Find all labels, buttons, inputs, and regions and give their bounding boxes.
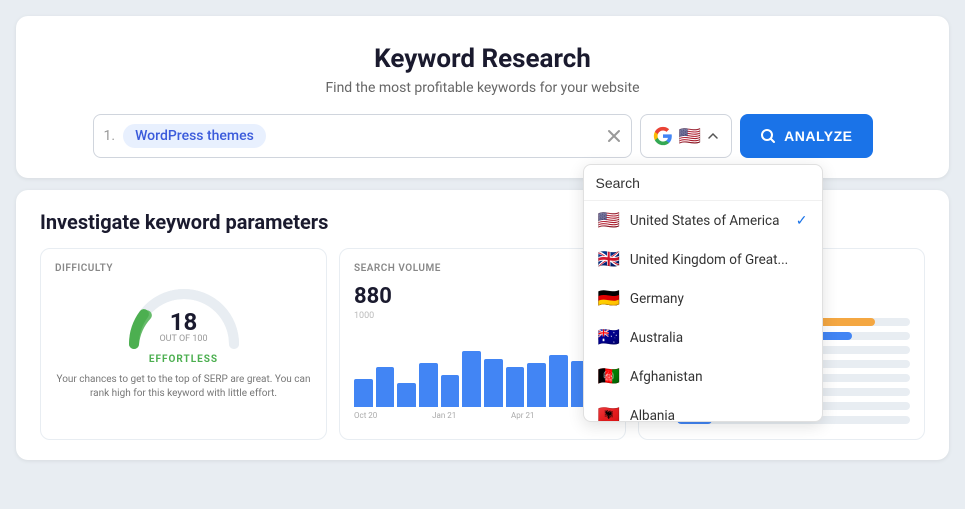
bar-7	[484, 359, 503, 407]
bar-5	[441, 375, 460, 407]
keyword-tag[interactable]: WordPress themes	[123, 124, 266, 148]
clear-button[interactable]	[607, 129, 621, 143]
country-name-al: Albania	[630, 408, 675, 422]
search-bar-row: 1. WordPress themes 🇺🇸	[93, 114, 873, 158]
country-item-uk[interactable]: 🇬🇧 United Kingdom of Great...	[584, 240, 822, 279]
bar-6	[462, 351, 481, 407]
keyword-number: 1.	[104, 128, 116, 144]
country-dropdown: 🇺🇸 United States of America ✓ 🇬🇧 United …	[583, 164, 823, 422]
x-label-2: Jan 21	[432, 411, 456, 420]
flag-gb: 🇬🇧	[598, 249, 620, 270]
x-axis-labels: Oct 20 Jan 21 Apr 21 Jul 21	[354, 411, 611, 420]
flag-de: 🇩🇪	[598, 288, 620, 309]
search-input-wrapper: 1. WordPress themes	[93, 114, 632, 158]
difficulty-rating: EFFORTLESS	[149, 354, 218, 365]
x-label-1: Oct 20	[354, 411, 377, 420]
bar-3	[397, 383, 416, 407]
bar-2	[376, 367, 395, 407]
bar-9	[527, 363, 546, 407]
flag-af: 🇦🇫	[598, 366, 620, 387]
country-flag: 🇺🇸	[679, 126, 701, 147]
country-item-de[interactable]: 🇩🇪 Germany	[584, 279, 822, 318]
bar-4	[419, 363, 438, 407]
y-axis-top: 1000	[354, 311, 611, 321]
chevron-up-icon	[707, 130, 719, 142]
difficulty-label: DIFFICULTY	[55, 263, 312, 274]
difficulty-out-of: OUT OF 100	[159, 334, 207, 344]
x-label-3: Apr 21	[511, 411, 534, 420]
country-selector-button[interactable]: 🇺🇸	[640, 114, 732, 158]
gauge-wrap: 18 OUT OF 100	[124, 284, 244, 344]
top-card: Keyword Research Find the most profitabl…	[16, 16, 949, 178]
bar-1	[354, 379, 373, 407]
search-volume-label: SEARCH VOLUME	[354, 263, 611, 274]
country-name-af: Afghanistan	[630, 369, 703, 385]
gauge-number: 18 OUT OF 100	[159, 310, 207, 344]
bar-10	[549, 355, 568, 407]
difficulty-description: Your chances to get to the top of SERP a…	[55, 373, 312, 401]
analyze-label: ANALYZE	[784, 128, 852, 144]
volume-bar-chart	[354, 327, 611, 407]
selected-checkmark: ✓	[796, 213, 808, 229]
country-search-input[interactable]	[596, 175, 810, 191]
google-icon	[653, 126, 673, 146]
gauge-container: 18 OUT OF 100 EFFORTLESS Your chances to…	[55, 284, 312, 401]
search-volume-value: 880	[354, 284, 611, 309]
country-name-usa: United States of America	[630, 213, 780, 229]
search-icon	[760, 128, 776, 144]
dropdown-search-wrapper	[584, 165, 822, 201]
country-list: 🇺🇸 United States of America ✓ 🇬🇧 United …	[584, 201, 822, 421]
difficulty-value: 18	[159, 310, 207, 334]
page-subtitle: Find the most profitable keywords for yo…	[36, 80, 929, 96]
flag-us: 🇺🇸	[598, 210, 620, 231]
analyze-button[interactable]: ANALYZE	[740, 114, 872, 158]
country-name-uk: United Kingdom of Great...	[630, 252, 788, 268]
difficulty-card: DIFFICULTY	[40, 248, 327, 440]
page-title: Keyword Research	[36, 44, 929, 74]
flag-au: 🇦🇺	[598, 327, 620, 348]
flag-al: 🇦🇱	[598, 405, 620, 421]
country-item-al[interactable]: 🇦🇱 Albania	[584, 396, 822, 421]
bar-8	[506, 367, 525, 407]
country-item-usa[interactable]: 🇺🇸 United States of America ✓	[584, 201, 822, 240]
country-name-de: Germany	[630, 291, 684, 307]
country-item-af[interactable]: 🇦🇫 Afghanistan	[584, 357, 822, 396]
country-item-au[interactable]: 🇦🇺 Australia	[584, 318, 822, 357]
country-name-au: Australia	[630, 330, 683, 346]
